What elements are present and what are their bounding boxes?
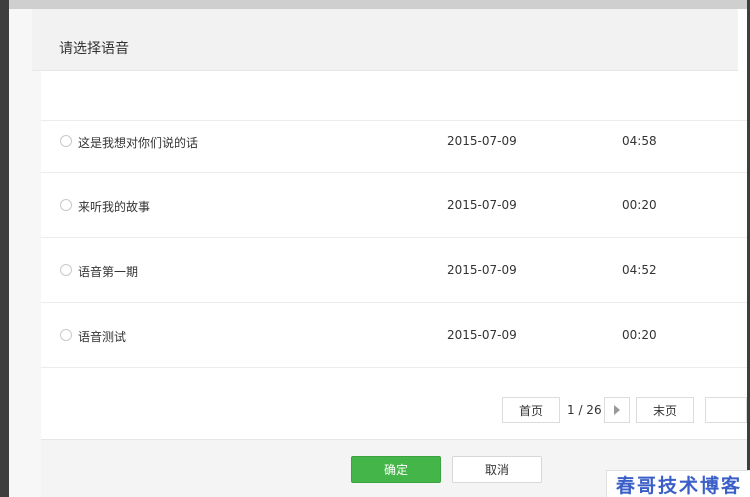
voice-duration: 04:52 (622, 263, 657, 277)
voice-duration: 04:58 (622, 134, 657, 148)
dialog-left-edge (9, 9, 41, 497)
voice-duration: 00:20 (622, 328, 657, 342)
voice-duration: 00:20 (622, 198, 657, 212)
next-page-button[interactable] (604, 397, 630, 423)
page-backdrop-top (0, 0, 750, 9)
voice-radio[interactable] (60, 264, 72, 276)
voice-radio[interactable] (60, 199, 72, 211)
page-indicator: 1 / 26 (567, 403, 602, 417)
confirm-button[interactable]: 确定 (351, 456, 441, 483)
voice-date: 2015-07-09 (447, 328, 517, 342)
dialog-title: 请选择语音 (59, 41, 129, 57)
voice-title: 来听我的故事 (78, 200, 151, 214)
voice-row[interactable]: 语音测试 2015-07-09 00:20 (41, 302, 747, 367)
voice-title: 这是我想对你们说的话 (78, 136, 199, 150)
blog-watermark: 春哥技术博客 (606, 470, 750, 497)
dialog-header (32, 9, 738, 71)
cancel-button[interactable]: 取消 (452, 456, 542, 483)
voice-title: 语音第一期 (78, 265, 139, 279)
voice-row[interactable]: 来听我的故事 2015-07-09 00:20 (41, 172, 747, 237)
voice-date: 2015-07-09 (447, 263, 517, 277)
modal-overlay-left (0, 0, 9, 497)
voice-date: 2015-07-09 (447, 198, 517, 212)
first-page-button[interactable]: 首页 (502, 397, 560, 423)
voice-date: 2015-07-09 (447, 134, 517, 148)
last-page-button[interactable]: 末页 (636, 397, 694, 423)
voice-radio[interactable] (60, 329, 72, 341)
voice-radio[interactable] (60, 135, 72, 147)
voice-row[interactable]: 语音第一期 2015-07-09 04:52 (41, 237, 747, 302)
page-jump-input[interactable] (705, 397, 747, 423)
voice-title: 语音测试 (78, 330, 127, 344)
triangle-right-icon (614, 405, 620, 415)
screen: 请选择语音 这是我想对你们说的话 2015-07-09 04:58 来听我的故事… (0, 0, 750, 497)
list-bottom-divider (41, 367, 747, 368)
